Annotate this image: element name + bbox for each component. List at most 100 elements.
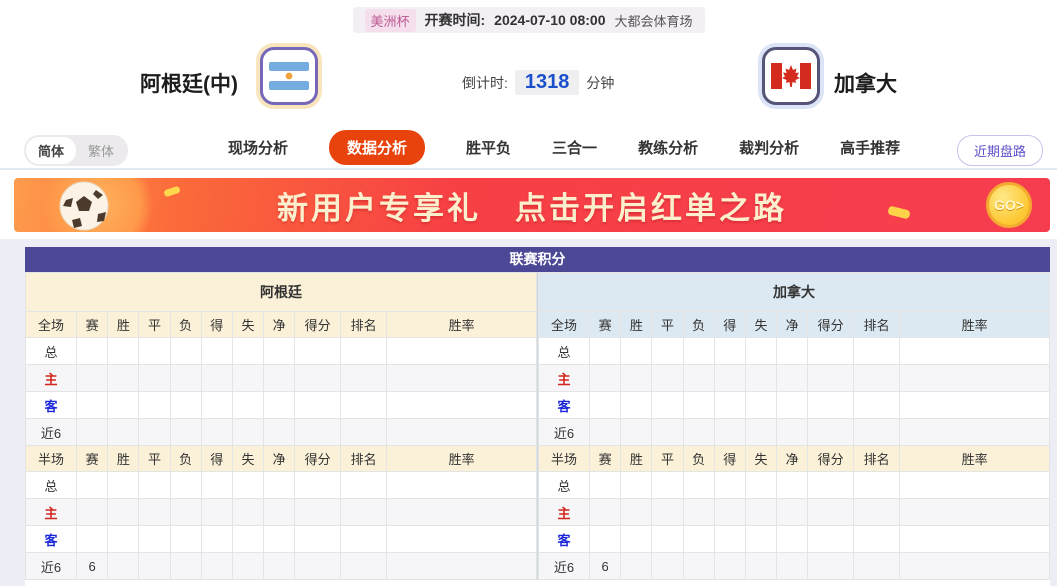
column-header: 净 [777, 312, 808, 338]
stat-cell [387, 499, 537, 526]
stat-cell [714, 553, 745, 580]
stat-cell [201, 419, 232, 446]
stat-cell [387, 553, 537, 580]
stat-cell [590, 526, 621, 553]
column-header: 得 [201, 312, 232, 338]
stat-cell [264, 526, 295, 553]
column-header: 负 [170, 312, 201, 338]
tab-data-analysis[interactable]: 数据分析 [329, 130, 425, 165]
column-header: 平 [139, 446, 170, 472]
argentina-flag-icon [260, 47, 318, 105]
stat-cell [683, 338, 714, 365]
stat-cell [854, 338, 900, 365]
stat-cell [139, 338, 170, 365]
go-button[interactable]: GO> [986, 182, 1032, 228]
stat-cell [201, 338, 232, 365]
column-header: 失 [745, 312, 776, 338]
stat-cell [170, 526, 201, 553]
column-header: 负 [683, 312, 714, 338]
column-header: 排名 [341, 312, 387, 338]
tab-three-in-one[interactable]: 三合一 [552, 137, 597, 158]
stat-cell [590, 338, 621, 365]
stat-cell [621, 338, 652, 365]
stat-cell [264, 499, 295, 526]
column-header: 得分 [295, 446, 341, 472]
stat-cell [854, 365, 900, 392]
column-header: 平 [139, 312, 170, 338]
stat-cell [683, 553, 714, 580]
stat-cell [777, 472, 808, 499]
venue: 大都会体育场 [614, 11, 692, 30]
home-team-name: 阿根廷(中) [140, 68, 238, 98]
home-stats-table: 阿根廷全场赛胜平负得失净得分排名胜率总主客近6半场赛胜平负得失净得分排名胜率总主… [25, 272, 537, 580]
stat-cell [652, 392, 683, 419]
stat-cell [714, 499, 745, 526]
column-header: 赛 [590, 312, 621, 338]
stat-cell [139, 526, 170, 553]
stat-cell [590, 365, 621, 392]
stat-cell [854, 419, 900, 446]
row-label-away: 客 [26, 392, 77, 419]
countdown-unit: 分钟 [586, 73, 614, 93]
stat-cell [621, 526, 652, 553]
row-label-away: 客 [26, 526, 77, 553]
column-header: 得分 [295, 312, 341, 338]
row-label-away: 客 [539, 392, 590, 419]
column-header: 胜 [108, 446, 139, 472]
column-header: 胜 [621, 312, 652, 338]
column-header: 胜率 [900, 446, 1050, 472]
stat-cell [590, 419, 621, 446]
column-header: 平 [652, 446, 683, 472]
stat-cell [170, 499, 201, 526]
page: 美洲杯 开赛时间: 2024-07-10 08:00 大都会体育场 阿根廷(中)… [0, 0, 1057, 586]
stat-cell [264, 338, 295, 365]
stat-cell [714, 392, 745, 419]
lang-simplified[interactable]: 简体 [26, 137, 76, 164]
stat-cell [808, 419, 854, 446]
tab-coach-analysis[interactable]: 教练分析 [638, 137, 698, 158]
stat-cell [900, 365, 1050, 392]
row-label-home: 主 [26, 365, 77, 392]
column-header: 半场 [539, 446, 590, 472]
stat-cell [108, 338, 139, 365]
column-header: 净 [777, 446, 808, 472]
stat-cell [683, 472, 714, 499]
stat-cell [714, 338, 745, 365]
column-header: 赛 [590, 446, 621, 472]
stat-cell [295, 419, 341, 446]
stat-cell [264, 392, 295, 419]
canada-flag-icon [762, 47, 820, 105]
stat-cell [139, 553, 170, 580]
stat-cell [108, 553, 139, 580]
league-badge[interactable]: 美洲杯 [364, 9, 415, 32]
stat-cell [170, 553, 201, 580]
stat-cell [900, 499, 1050, 526]
stat-cell [201, 365, 232, 392]
stat-cell [77, 472, 108, 499]
tab-referee-analysis[interactable]: 裁判分析 [739, 137, 799, 158]
recent-odds-button[interactable]: 近期盘路 [957, 135, 1043, 166]
stat-cell [714, 472, 745, 499]
row-label-recent: 近6 [26, 419, 77, 446]
promo-banner[interactable]: 新用户专享礼点击开启红单之路 GO> [14, 178, 1050, 232]
row-label-home: 主 [539, 499, 590, 526]
tab-live-analysis[interactable]: 现场分析 [228, 137, 288, 158]
column-header: 得 [201, 446, 232, 472]
stat-cell [232, 526, 263, 553]
column-header: 得分 [808, 446, 854, 472]
stat-cell [295, 392, 341, 419]
stat-cell [341, 338, 387, 365]
away-team-name: 加拿大 [834, 68, 897, 98]
tab-win-draw-lose[interactable]: 胜平负 [466, 137, 511, 158]
stat-cell [341, 553, 387, 580]
away-stats-table: 加拿大全场赛胜平负得失净得分排名胜率总主客近6半场赛胜平负得失净得分排名胜率总主… [537, 272, 1050, 580]
stat-cell: 6 [590, 553, 621, 580]
countdown-value: 1318 [515, 70, 580, 95]
stat-cell [387, 526, 537, 553]
stat-cell [232, 472, 263, 499]
row-label-total: 总 [539, 472, 590, 499]
stat-cell [139, 472, 170, 499]
stat-cell [808, 499, 854, 526]
tab-expert-picks[interactable]: 高手推荐 [840, 137, 900, 158]
lang-traditional[interactable]: 繁体 [76, 137, 126, 164]
